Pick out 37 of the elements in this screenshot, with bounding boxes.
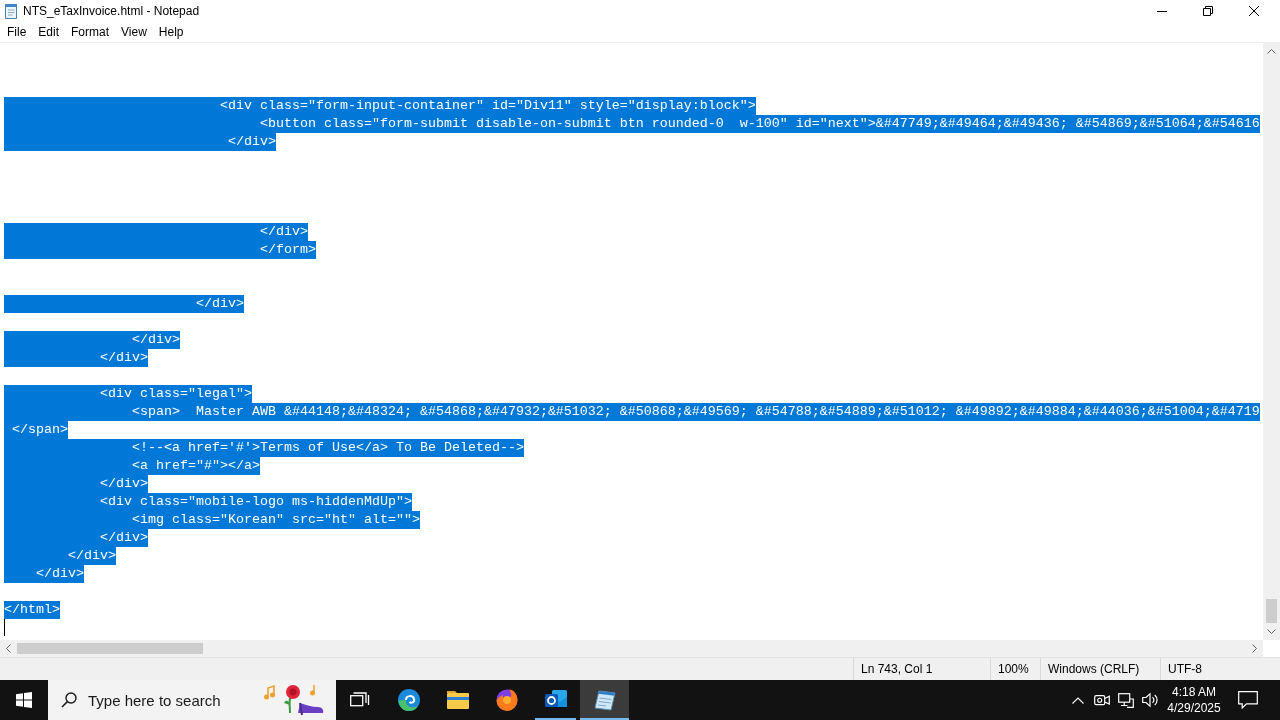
taskbar-button[interactable]	[580, 680, 629, 720]
scroll-left-icon[interactable]	[6, 644, 11, 653]
scrollbar-thumb[interactable]	[17, 643, 203, 654]
menu-item[interactable]: Edit	[32, 23, 66, 41]
scroll-up-icon[interactable]	[1267, 49, 1276, 54]
vertical-scrollbar[interactable]	[1263, 43, 1280, 640]
folder-icon[interactable]	[445, 690, 470, 710]
clock-date[interactable]: 4/29/2025	[1167, 700, 1221, 716]
scrollbar-thumb[interactable]	[1266, 599, 1277, 623]
task-view-icon[interactable]	[350, 692, 370, 708]
menu-item[interactable]: View	[115, 23, 153, 41]
chevron-up-icon[interactable]	[1072, 696, 1084, 704]
speaker-icon[interactable]	[1142, 692, 1158, 708]
scroll-right-icon[interactable]	[1252, 644, 1257, 653]
camera-icon[interactable]	[1094, 693, 1110, 707]
restore-icon[interactable]	[1203, 6, 1213, 16]
text-cursor	[4, 619, 5, 636]
flame-globe-icon[interactable]	[494, 688, 519, 712]
notification-icon[interactable]	[1238, 691, 1258, 709]
minimize-icon[interactable]	[1157, 10, 1167, 12]
close-icon[interactable]	[1249, 6, 1259, 16]
network-icon[interactable]	[1118, 692, 1134, 708]
scroll-down-icon[interactable]	[1267, 629, 1276, 634]
menu-item[interactable]: File	[1, 23, 33, 41]
flower-shoe-icon	[262, 683, 326, 717]
swirl-icon[interactable]	[396, 688, 421, 712]
horizontal-scrollbar[interactable]	[0, 640, 1263, 657]
notepad-icon	[4, 3, 18, 19]
search-icon	[61, 692, 77, 708]
windows-logo-icon[interactable]	[16, 692, 32, 708]
menu-item[interactable]: Format	[65, 23, 116, 41]
window-title: NTS_eTaxInvoice.html - Notepad	[23, 4, 200, 18]
menu-item[interactable]: Help	[152, 23, 190, 41]
clock-time[interactable]: 4:18 AM	[1172, 684, 1216, 700]
notepad-icon[interactable]	[592, 688, 617, 712]
search-field[interactable]: Type here to search	[88, 691, 253, 709]
search-bar[interactable]: Type here to search	[48, 680, 336, 720]
